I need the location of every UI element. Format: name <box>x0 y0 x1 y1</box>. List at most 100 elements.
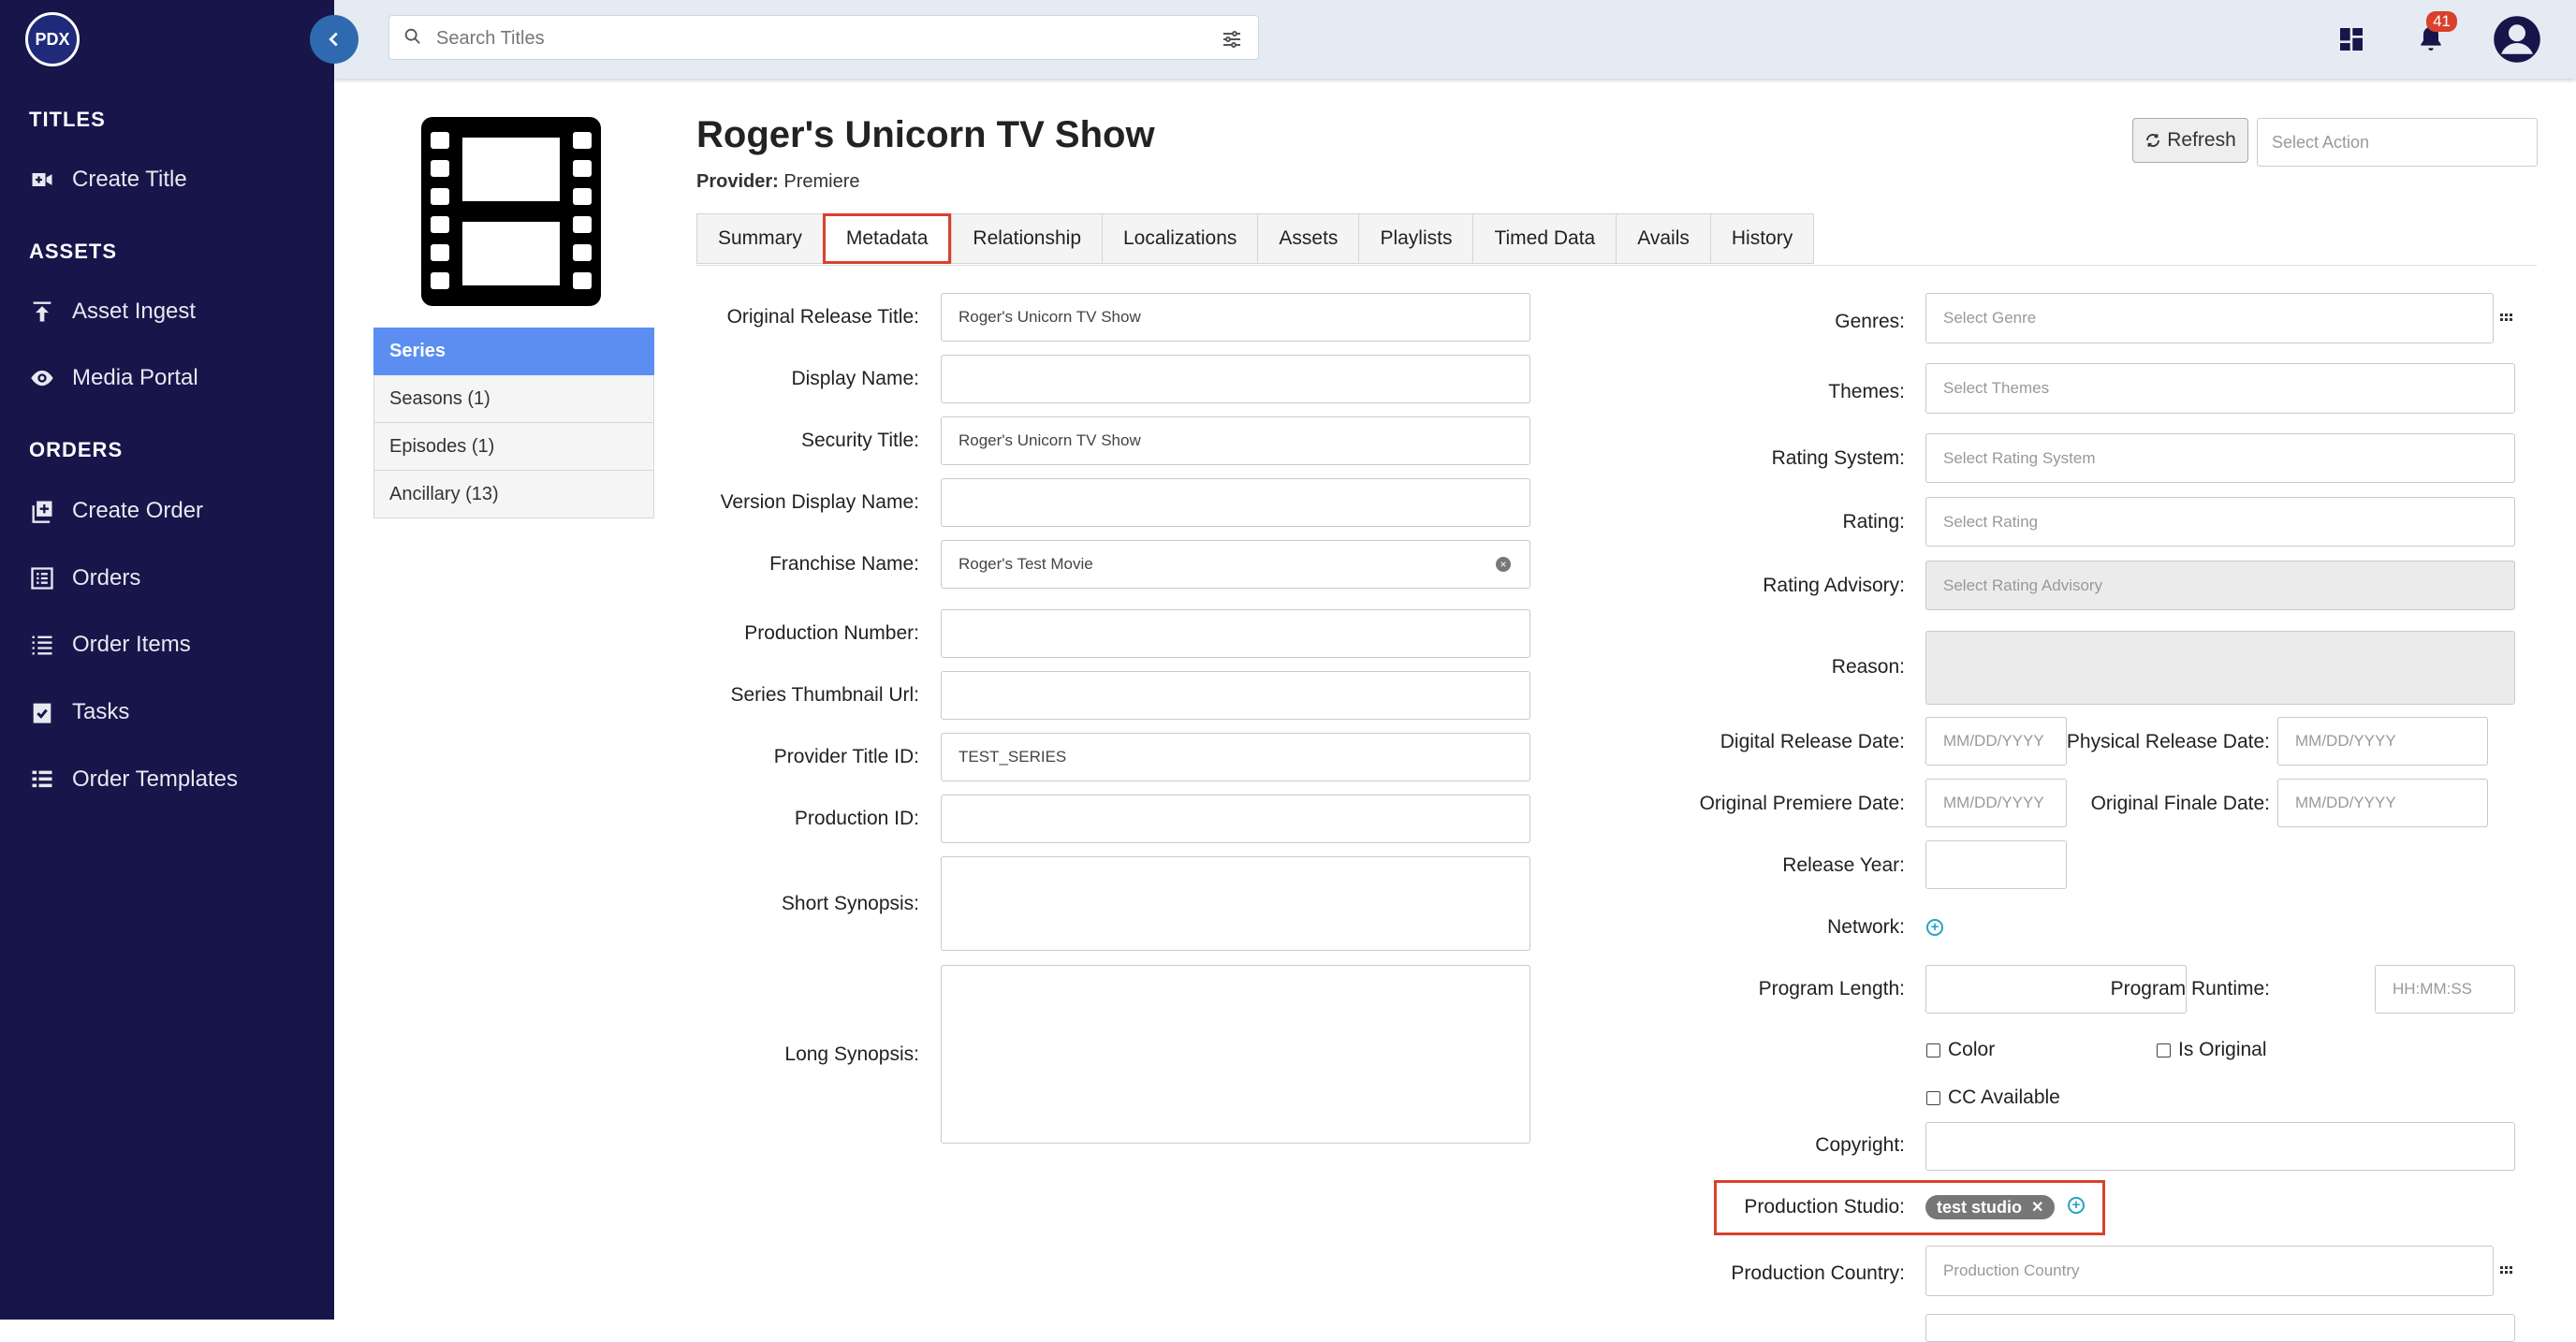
original-finale-date-input[interactable]: MM/DD/YYYY <box>2277 779 2488 827</box>
production-studio-label: Production Studio: <box>1744 1196 1905 1218</box>
reason-textarea[interactable] <box>1925 631 2515 705</box>
cc-available-checkbox[interactable]: CC Available <box>1926 1087 2060 1109</box>
production-id-input[interactable] <box>941 795 1530 843</box>
grid-dots-icon[interactable] <box>2499 1263 2514 1278</box>
select-action-dropdown[interactable]: Select Action <box>2257 118 2538 167</box>
genres-label: Genres: <box>1835 311 1905 332</box>
tab-avails[interactable]: Avails <box>1616 213 1710 264</box>
sidebar-item-label: Tasks <box>72 699 130 724</box>
release-year-label: Release Year: <box>1782 854 1905 876</box>
network-label: Network: <box>1827 916 1905 938</box>
series-thumbnail-url-input[interactable] <box>941 671 1530 720</box>
themes-label: Themes: <box>1828 381 1905 402</box>
reason-label: Reason: <box>1831 656 1905 678</box>
sidebar-item-order-templates[interactable]: Order Templates <box>29 761 238 798</box>
tab-history[interactable]: History <box>1709 213 1815 264</box>
digital-release-date-input[interactable]: MM/DD/YYYY <box>1925 717 2067 766</box>
original-release-title-input[interactable]: Roger's Unicorn TV Show <box>941 293 1530 342</box>
production-number-label: Production Number: <box>744 622 919 644</box>
notifications-button[interactable]: 41 <box>2410 11 2457 60</box>
dashboard-icon[interactable] <box>2331 19 2372 60</box>
sidebar-heading-titles: TITLES <box>29 108 106 131</box>
pdx-logo[interactable]: PDX <box>25 12 80 66</box>
is-original-checkbox-label: Is Original <box>2178 1039 2267 1060</box>
rating-advisory-label: Rating Advisory: <box>1763 575 1905 596</box>
next-field-input[interactable] <box>1925 1314 2515 1342</box>
long-synopsis-textarea[interactable] <box>941 965 1530 1144</box>
add-network-icon[interactable]: + <box>1926 919 1943 936</box>
security-title-input[interactable]: Roger's Unicorn TV Show <box>941 416 1530 465</box>
sidebar-item-orders[interactable]: Orders <box>29 560 140 597</box>
production-country-select[interactable]: Production Country <box>1925 1246 2494 1296</box>
collapse-sidebar-button[interactable] <box>310 15 359 64</box>
original-finale-date-label: Original Finale Date: <box>2090 793 2270 814</box>
list-icon <box>29 632 55 658</box>
grid-dots-icon[interactable] <box>2499 311 2514 326</box>
physical-release-date-input[interactable]: MM/DD/YYYY <box>2277 717 2488 766</box>
short-synopsis-label: Short Synopsis: <box>781 893 919 914</box>
program-runtime-input[interactable]: HH:MM:SS <box>2375 965 2515 1014</box>
tab-relationship[interactable]: Relationship <box>951 213 1102 264</box>
sidebar-heading-orders: ORDERS <box>29 438 124 461</box>
film-strip-icon <box>421 117 601 306</box>
refresh-button[interactable]: Refresh <box>2132 118 2248 163</box>
remove-chip-icon[interactable]: ✕ <box>2031 1198 2043 1217</box>
tab-localizations[interactable]: Localizations <box>1102 213 1258 264</box>
franchise-name-select[interactable]: Roger's Test Movie × <box>941 540 1530 589</box>
genres-select[interactable]: Select Genre <box>1925 293 2494 343</box>
franchise-name-value: Roger's Test Movie <box>959 555 1093 573</box>
sidebar-item-tasks[interactable]: Tasks <box>29 693 129 731</box>
sidebar-item-order-items[interactable]: Order Items <box>29 626 191 664</box>
rating-system-select[interactable]: Select Rating System <box>1925 433 2515 483</box>
sidebar-item-label: Orders <box>72 565 141 591</box>
tab-summary[interactable]: Summary <box>696 213 823 264</box>
notification-count-badge: 41 <box>2426 11 2457 32</box>
rating-label: Rating: <box>1842 511 1905 532</box>
release-year-input[interactable] <box>1925 840 2067 889</box>
subnav-item-seasons[interactable]: Seasons (1) <box>373 375 654 423</box>
version-display-name-input[interactable] <box>941 478 1530 527</box>
provider-title-id-label: Provider Title ID: <box>773 746 919 767</box>
sidebar-item-asset-ingest[interactable]: Asset Ingest <box>29 293 196 330</box>
physical-release-date-label: Physical Release Date: <box>2066 731 2270 752</box>
sidebar-item-label: Order Templates <box>72 766 238 792</box>
subnav-item-series[interactable]: Series <box>373 328 654 375</box>
top-bar: 41 <box>334 0 2576 79</box>
sidebar-item-create-title[interactable]: Create Title <box>29 161 187 198</box>
subnav-item-episodes[interactable]: Episodes (1) <box>373 423 654 471</box>
themes-select[interactable]: Select Themes <box>1925 363 2515 414</box>
sidebar-item-media-portal[interactable]: Media Portal <box>29 359 198 397</box>
production-studio-chip: test studio ✕ <box>1925 1195 2056 1219</box>
clear-icon[interactable]: × <box>1496 557 1511 572</box>
add-production-studio-icon[interactable]: + <box>2068 1197 2085 1214</box>
chip-label: test studio <box>1937 1197 2023 1217</box>
short-synopsis-textarea[interactable] <box>941 856 1530 951</box>
sidebar-item-create-order[interactable]: Create Order <box>29 492 203 530</box>
subnav-item-ancillary[interactable]: Ancillary (13) <box>373 471 654 518</box>
search-input[interactable] <box>434 22 1187 55</box>
provider-title-id-input[interactable]: TEST_SERIES <box>941 733 1530 781</box>
search-bar <box>388 15 1259 60</box>
rating-select[interactable]: Select Rating <box>1925 497 2515 547</box>
tab-assets[interactable]: Assets <box>1257 213 1359 264</box>
original-premiere-date-label: Original Premiere Date: <box>1699 793 1905 814</box>
cc-available-checkbox-label: CC Available <box>1948 1087 2060 1108</box>
user-avatar[interactable] <box>2491 13 2543 66</box>
filter-sliders-icon[interactable] <box>1221 28 1243 51</box>
franchise-name-label: Franchise Name: <box>769 553 919 575</box>
provider-value: Premiere <box>783 171 860 192</box>
color-checkbox[interactable]: Color <box>1926 1039 1995 1061</box>
sidebar-item-label: Order Items <box>72 632 191 657</box>
tab-metadata[interactable]: Metadata <box>822 213 952 264</box>
original-premiere-date-input[interactable]: MM/DD/YYYY <box>1925 779 2067 827</box>
display-name-input[interactable] <box>941 355 1530 403</box>
is-original-checkbox[interactable]: Is Original <box>2157 1039 2267 1061</box>
provider-label: Provider: <box>696 171 779 192</box>
copyright-input[interactable] <box>1925 1122 2515 1171</box>
copyright-label: Copyright: <box>1815 1134 1905 1156</box>
tab-timed-data[interactable]: Timed Data <box>1472 213 1617 264</box>
tab-playlists[interactable]: Playlists <box>1358 213 1473 264</box>
production-number-input[interactable] <box>941 609 1530 658</box>
rating-advisory-select[interactable]: Select Rating Advisory <box>1925 561 2515 610</box>
provider-line: Provider: Premiere <box>696 171 860 193</box>
